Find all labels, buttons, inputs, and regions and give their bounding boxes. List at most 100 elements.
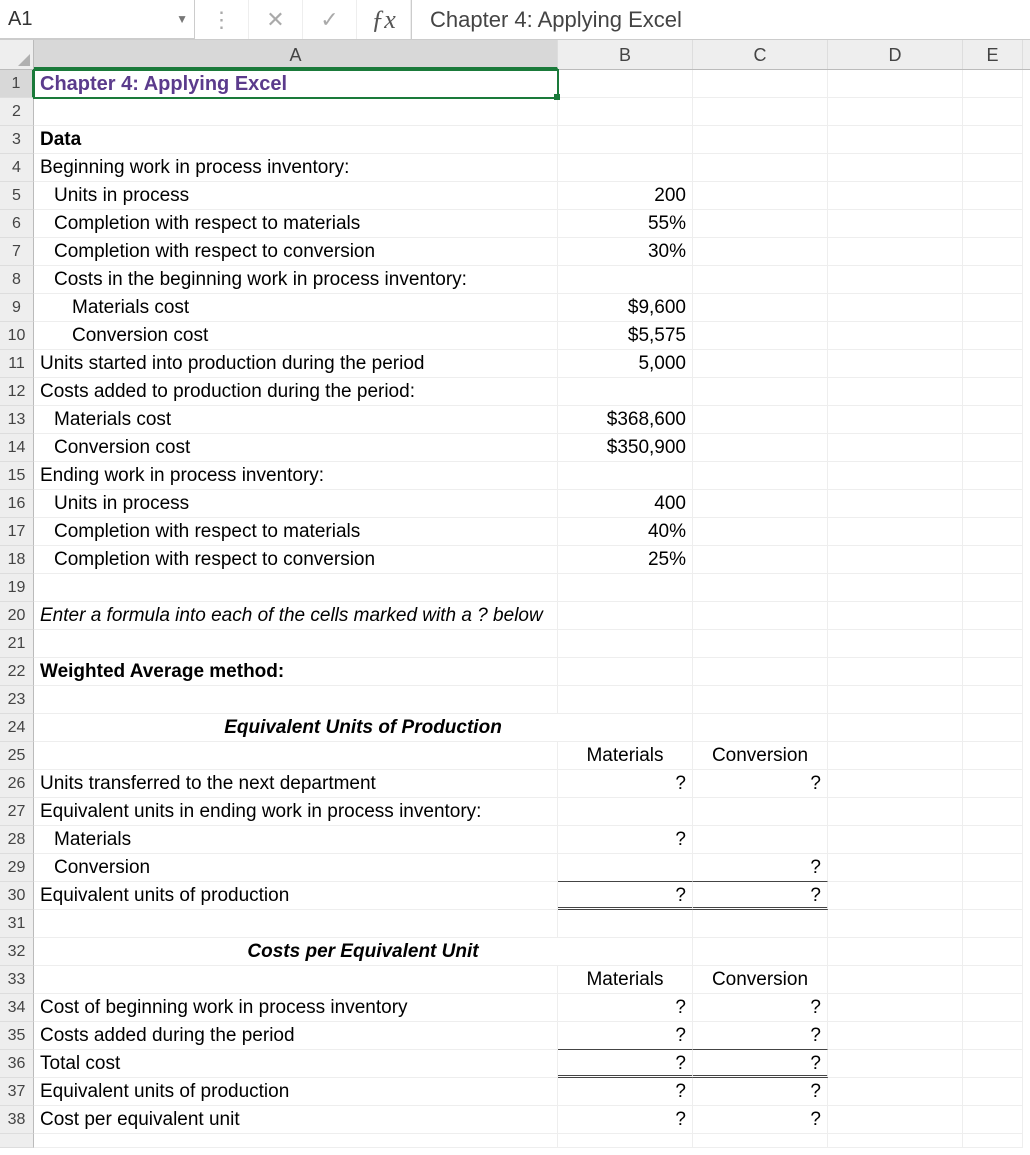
cell-C10[interactable]	[693, 322, 828, 350]
row-header[interactable]: 16	[0, 490, 34, 518]
cell-E39[interactable]	[963, 1134, 1023, 1148]
cell-E17[interactable]	[963, 518, 1023, 546]
cell-A13[interactable]: Materials cost	[34, 406, 558, 434]
cell-C13[interactable]	[693, 406, 828, 434]
row-header[interactable]: 26	[0, 770, 34, 798]
cell-E4[interactable]	[963, 154, 1023, 182]
cell-C24[interactable]	[693, 714, 828, 742]
cell-E3[interactable]	[963, 126, 1023, 154]
cell-B27[interactable]	[558, 798, 693, 826]
cell-E30[interactable]	[963, 882, 1023, 910]
row-header[interactable]: 23	[0, 686, 34, 714]
cell-C5[interactable]	[693, 182, 828, 210]
cell-A17[interactable]: Completion with respect to materials	[34, 518, 558, 546]
cell-A36[interactable]: Total cost	[34, 1050, 558, 1078]
cell-C31[interactable]	[693, 910, 828, 938]
cell-D31[interactable]	[828, 910, 963, 938]
cell-C20[interactable]	[693, 602, 828, 630]
cell-E34[interactable]	[963, 994, 1023, 1022]
row-header[interactable]: 2	[0, 98, 34, 126]
cell-B9[interactable]: $9,600	[558, 294, 693, 322]
cell-A19[interactable]	[34, 574, 558, 602]
cell-C14[interactable]	[693, 434, 828, 462]
cell-A25[interactable]	[34, 742, 558, 770]
row-header[interactable]: 21	[0, 630, 34, 658]
cell-D27[interactable]	[828, 798, 963, 826]
cell-A24[interactable]: Equivalent Units of Production	[34, 714, 693, 742]
row-header[interactable]: 31	[0, 910, 34, 938]
cell-E37[interactable]	[963, 1078, 1023, 1106]
cell-E32[interactable]	[963, 938, 1023, 966]
cell-C28[interactable]	[693, 826, 828, 854]
row-header[interactable]: 4	[0, 154, 34, 182]
cell-E7[interactable]	[963, 238, 1023, 266]
cell-A26[interactable]: Units transferred to the next department	[34, 770, 558, 798]
cell-D5[interactable]	[828, 182, 963, 210]
cell-E33[interactable]	[963, 966, 1023, 994]
cell-A27[interactable]: Equivalent units in ending work in proce…	[34, 798, 558, 826]
cell-D21[interactable]	[828, 630, 963, 658]
cell-D35[interactable]	[828, 1022, 963, 1050]
row-header[interactable]: 8	[0, 266, 34, 294]
cell-E31[interactable]	[963, 910, 1023, 938]
cell-B22[interactable]	[558, 658, 693, 686]
row-header[interactable]: 1	[0, 70, 34, 98]
cell-C9[interactable]	[693, 294, 828, 322]
cell-B23[interactable]	[558, 686, 693, 714]
cell-B16[interactable]: 400	[558, 490, 693, 518]
cell-D20[interactable]	[828, 602, 963, 630]
cell-E20[interactable]	[963, 602, 1023, 630]
cell-A32[interactable]: Costs per Equivalent Unit	[34, 938, 693, 966]
cell-D23[interactable]	[828, 686, 963, 714]
cell-A5[interactable]: Units in process	[34, 182, 558, 210]
row-header[interactable]: 30	[0, 882, 34, 910]
row-header[interactable]: 22	[0, 658, 34, 686]
cell-E18[interactable]	[963, 546, 1023, 574]
row-header[interactable]: 32	[0, 938, 34, 966]
name-box[interactable]: A1 ▼	[0, 0, 195, 39]
cell-A20[interactable]: Enter a formula into each of the cells m…	[34, 602, 558, 630]
cell-D32[interactable]	[828, 938, 963, 966]
cell-B2[interactable]	[558, 98, 693, 126]
row-header[interactable]: 36	[0, 1050, 34, 1078]
cell-D25[interactable]	[828, 742, 963, 770]
cell-C22[interactable]	[693, 658, 828, 686]
cell-B13[interactable]: $368,600	[558, 406, 693, 434]
cell-E27[interactable]	[963, 798, 1023, 826]
cell-E1[interactable]	[963, 70, 1023, 98]
cell-E5[interactable]	[963, 182, 1023, 210]
row-header[interactable]: 7	[0, 238, 34, 266]
cell-E29[interactable]	[963, 854, 1023, 882]
cell-A3[interactable]: Data	[34, 126, 558, 154]
cell-A7[interactable]: Completion with respect to conversion	[34, 238, 558, 266]
cell-A6[interactable]: Completion with respect to materials	[34, 210, 558, 238]
cell-D1[interactable]	[828, 70, 963, 98]
cell-A12[interactable]: Costs added to production during the per…	[34, 378, 558, 406]
cell-E10[interactable]	[963, 322, 1023, 350]
cell-B14[interactable]: $350,900	[558, 434, 693, 462]
cell-D37[interactable]	[828, 1078, 963, 1106]
cell-D11[interactable]	[828, 350, 963, 378]
cell-D33[interactable]	[828, 966, 963, 994]
cell-B12[interactable]	[558, 378, 693, 406]
cell-E16[interactable]	[963, 490, 1023, 518]
row-header[interactable]: 28	[0, 826, 34, 854]
fx-icon[interactable]: ƒx	[357, 0, 411, 39]
cell-E9[interactable]	[963, 294, 1023, 322]
cell-A23[interactable]	[34, 686, 558, 714]
cell-A30[interactable]: Equivalent units of production	[34, 882, 558, 910]
dropdown-icon[interactable]: ▼	[176, 12, 188, 26]
cell-E35[interactable]	[963, 1022, 1023, 1050]
row-header[interactable]: 20	[0, 602, 34, 630]
cell-B25[interactable]: Materials	[558, 742, 693, 770]
cell-D24[interactable]	[828, 714, 963, 742]
row-header[interactable]: 24	[0, 714, 34, 742]
cell-C23[interactable]	[693, 686, 828, 714]
row-header[interactable]: 5	[0, 182, 34, 210]
cell-A15[interactable]: Ending work in process inventory:	[34, 462, 558, 490]
cell-E23[interactable]	[963, 686, 1023, 714]
cell-E6[interactable]	[963, 210, 1023, 238]
cell-A28[interactable]: Materials	[34, 826, 558, 854]
cell-D13[interactable]	[828, 406, 963, 434]
cell-E2[interactable]	[963, 98, 1023, 126]
